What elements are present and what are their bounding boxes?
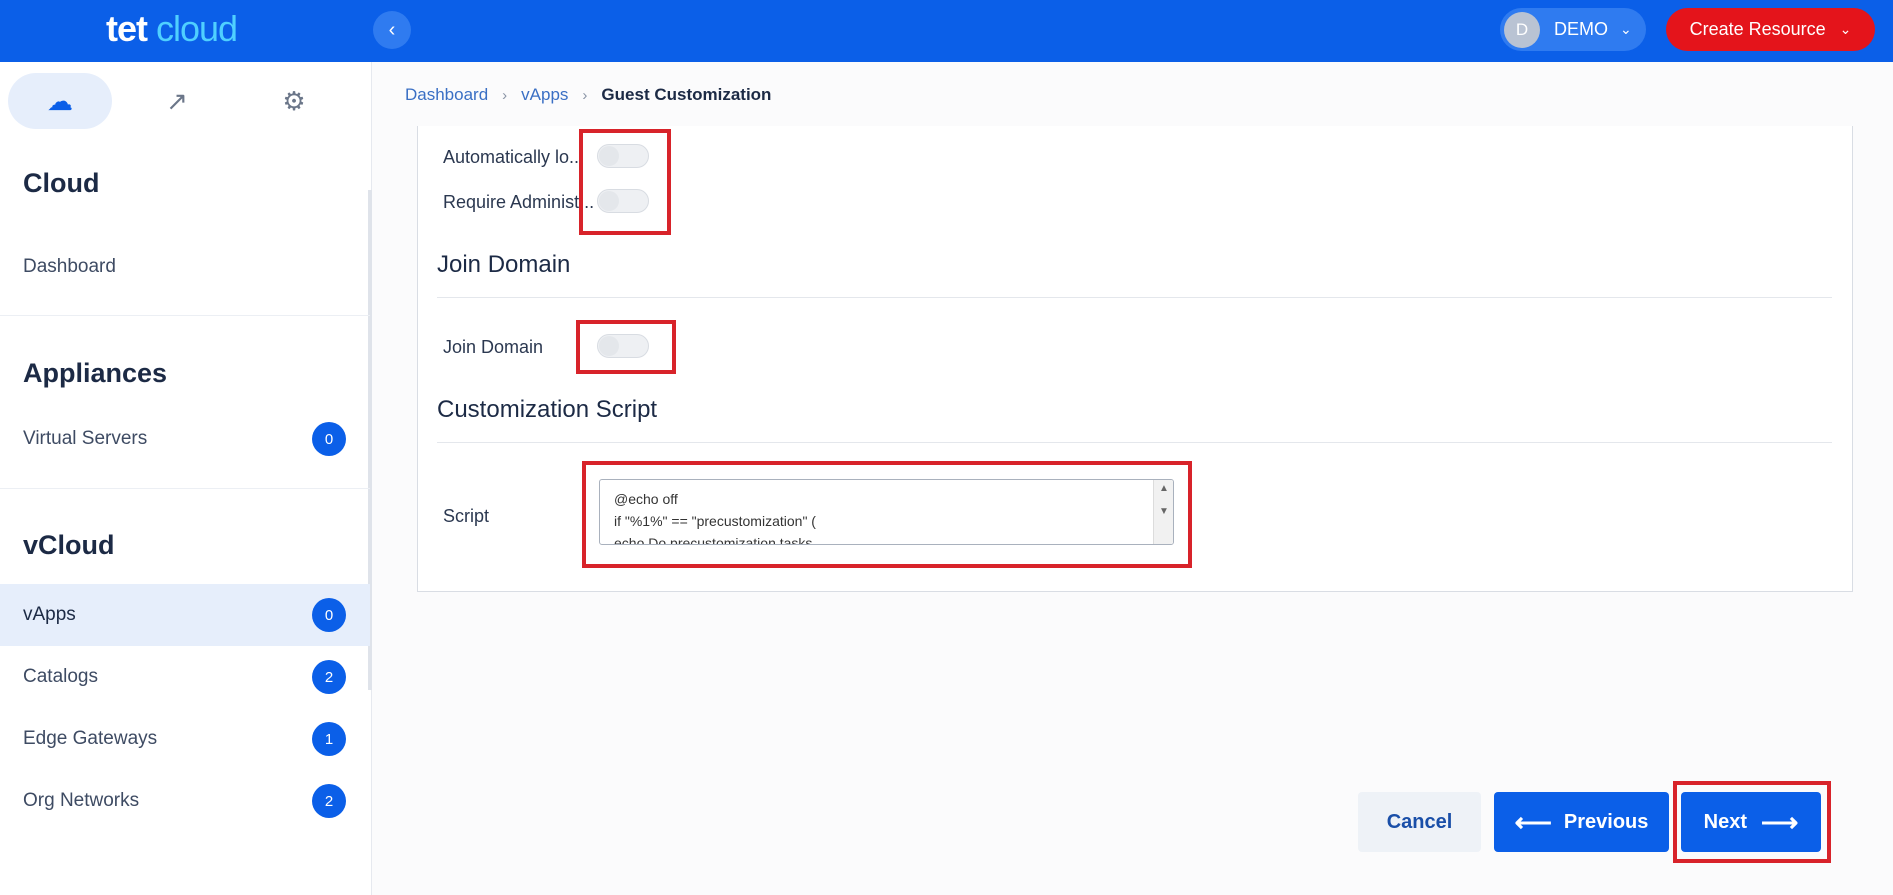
section-title-vcloud: vCloud xyxy=(23,530,115,560)
sidebar-item-catalogs[interactable]: Catalogs 2 xyxy=(0,646,370,708)
tab-settings[interactable]: ⚙ xyxy=(242,73,346,129)
create-resource-label: Create Resource xyxy=(1689,19,1826,39)
script-line: if "%1%" == "precustomization" ( xyxy=(614,513,816,529)
join-domain-label: Join Domain xyxy=(443,337,544,357)
scroll-down-icon[interactable]: ▼ xyxy=(1159,506,1169,517)
cancel-button[interactable]: Cancel xyxy=(1358,792,1481,852)
join-domain-toggle[interactable] xyxy=(597,334,649,358)
tet-cloud-logo[interactable]: tet cloud xyxy=(106,8,238,50)
cloud-icon: ☁ xyxy=(47,85,73,116)
toggle-knob xyxy=(599,146,619,166)
collapse-sidebar-button[interactable]: ‹ xyxy=(373,11,411,49)
toggle-knob xyxy=(599,336,619,356)
sidebar-item-label: vApps xyxy=(23,604,76,625)
sidebar-item-vapps[interactable]: vApps 0 xyxy=(0,584,370,646)
section-divider xyxy=(437,297,1832,298)
avatar: D xyxy=(1504,11,1540,48)
arrow-left-icon: ⟵ xyxy=(1514,806,1552,837)
chevron-down-icon: ⌄ xyxy=(1839,21,1852,37)
sidebar-divider xyxy=(0,488,370,489)
sidebar-item-edge-gateways[interactable]: Edge Gateways 1 xyxy=(0,708,370,770)
arrow-right-icon: ⟶ xyxy=(1761,806,1799,837)
customization-script-heading: Customization Script xyxy=(437,396,658,423)
textarea-scrollbar[interactable]: ▲ ▼ xyxy=(1153,480,1173,544)
user-name: DEMO xyxy=(1554,19,1608,39)
previous-button[interactable]: ⟵ Previous xyxy=(1494,792,1669,852)
auto-logon-label: Automatically lo... xyxy=(443,147,585,167)
sidebar-item-label: Org Networks xyxy=(23,790,140,811)
sidebar-tabs: ☁ ↗ ⚙ xyxy=(8,73,358,129)
chevron-left-icon: ‹ xyxy=(388,18,396,41)
require-admin-toggle[interactable] xyxy=(597,189,649,213)
count-badge: 0 xyxy=(312,422,346,456)
sidebar-item-virtual-servers[interactable]: Virtual Servers 0 xyxy=(0,408,370,470)
breadcrumb: Dashboard › vApps › Guest Customization xyxy=(405,85,771,105)
script-label: Script xyxy=(443,506,490,526)
section-title-appliances: Appliances xyxy=(23,358,168,388)
user-menu-button[interactable]: D DEMO ⌄ xyxy=(1500,8,1646,51)
join-domain-heading: Join Domain xyxy=(437,251,571,278)
cancel-label: Cancel xyxy=(1386,810,1453,833)
script-line: @echo off xyxy=(614,491,678,507)
top-bar: tet cloud ‹ D DEMO ⌄ Create Resource ⌄ xyxy=(0,0,1893,62)
tab-cloud[interactable]: ☁ xyxy=(8,73,112,129)
section-title-cloud: Cloud xyxy=(23,168,100,198)
create-resource-button[interactable]: Create Resource ⌄ xyxy=(1666,8,1875,51)
tab-reports[interactable]: ↗ xyxy=(125,73,229,129)
logo-part-2: cloud xyxy=(156,8,238,49)
sidebar-item-label: Edge Gateways xyxy=(23,728,158,749)
count-badge: 2 xyxy=(312,784,346,818)
script-line: echo Do precustomization tasks xyxy=(614,535,813,545)
auto-logon-toggle[interactable] xyxy=(597,144,649,168)
sidebar-item-org-networks[interactable]: Org Networks 2 xyxy=(0,770,370,832)
breadcrumb-vapps[interactable]: vApps xyxy=(521,85,568,105)
sidebar: ☁ ↗ ⚙ Cloud Dashboard Appliances Virtual… xyxy=(0,62,372,895)
section-divider xyxy=(437,442,1832,443)
previous-label: Previous xyxy=(1563,810,1649,833)
breadcrumb-dashboard[interactable]: Dashboard xyxy=(405,85,488,105)
sidebar-item-dashboard[interactable]: Dashboard xyxy=(0,236,370,298)
sidebar-item-label: Catalogs xyxy=(23,666,98,687)
next-label: Next xyxy=(1703,810,1748,833)
count-badge: 0 xyxy=(312,598,346,632)
sidebar-divider xyxy=(0,315,370,316)
breadcrumb-separator: › xyxy=(502,86,508,104)
scroll-up-icon[interactable]: ▲ xyxy=(1159,483,1169,494)
trending-icon: ↗ xyxy=(166,85,188,116)
chevron-down-icon: ⌄ xyxy=(1620,21,1632,37)
gear-icon: ⚙ xyxy=(282,85,306,116)
sidebar-item-label: Virtual Servers xyxy=(23,428,148,449)
next-button[interactable]: Next ⟶ xyxy=(1681,792,1821,852)
require-admin-label: Require Administ... xyxy=(443,192,595,212)
breadcrumb-current: Guest Customization xyxy=(601,85,772,104)
count-badge: 2 xyxy=(312,660,346,694)
breadcrumb-separator: › xyxy=(582,86,588,104)
toggle-knob xyxy=(599,191,619,211)
logo-part-1: tet xyxy=(106,8,148,49)
sidebar-item-label: Dashboard xyxy=(23,256,116,277)
script-textarea[interactable]: @echo off if "%1%" == "precustomization"… xyxy=(599,479,1174,545)
count-badge: 1 xyxy=(312,722,346,756)
